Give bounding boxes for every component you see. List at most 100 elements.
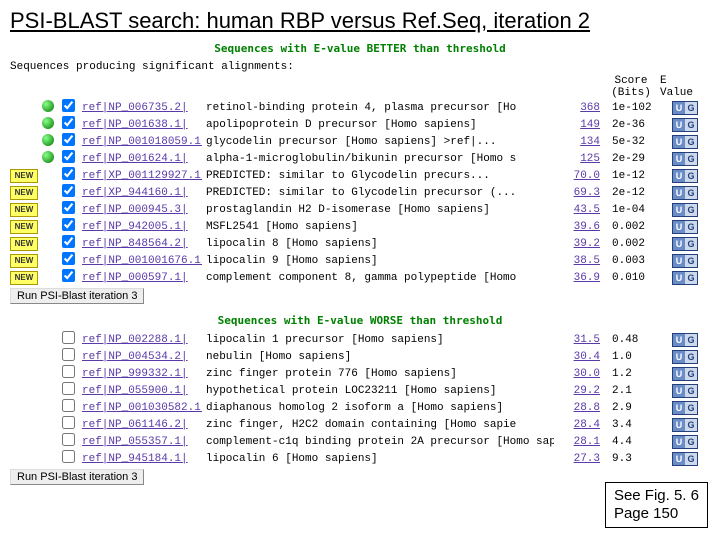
score-link[interactable]: 149 — [558, 119, 608, 131]
unigene-badge[interactable]: UG — [672, 333, 698, 347]
unigene-badge[interactable]: UG — [672, 118, 698, 132]
score-link[interactable]: 36.9 — [558, 272, 608, 284]
accession-link[interactable]: ref|NP_055900.1| — [82, 385, 202, 397]
unigene-badge[interactable]: UG — [672, 271, 698, 285]
include-checkbox[interactable] — [62, 348, 75, 361]
evalue: 3.4 — [612, 419, 668, 431]
alignments-subhead: Sequences producing significant alignmen… — [0, 59, 720, 75]
score-link[interactable]: 125 — [558, 153, 608, 165]
unigene-badge[interactable]: UG — [672, 186, 698, 200]
unigene-badge[interactable]: UG — [672, 169, 698, 183]
include-checkbox[interactable] — [62, 167, 75, 180]
evalue: 0.48 — [612, 334, 668, 346]
include-checkbox[interactable] — [62, 116, 75, 129]
hit-dot-icon — [42, 117, 54, 129]
include-checkbox[interactable] — [62, 382, 75, 395]
description: complement-c1q binding protein 2A precur… — [206, 436, 554, 448]
new-badge: NEW — [10, 271, 38, 285]
unigene-badge[interactable]: UG — [672, 367, 698, 381]
evalue: 0.002 — [612, 221, 668, 233]
unigene-badge[interactable]: UG — [672, 135, 698, 149]
unigene-badge[interactable]: UG — [672, 418, 698, 432]
unigene-badge[interactable]: UG — [672, 350, 698, 364]
table-row: ref|NP_001624.1|alpha-1-microglobulin/bi… — [10, 150, 710, 167]
score-link[interactable]: 134 — [558, 136, 608, 148]
unigene-badge[interactable]: UG — [672, 220, 698, 234]
unigene-badge[interactable]: UG — [672, 401, 698, 415]
score-link[interactable]: 30.4 — [558, 351, 608, 363]
accession-link[interactable]: ref|NP_055357.1| — [82, 436, 202, 448]
include-checkbox[interactable] — [62, 235, 75, 248]
footnote-line2: Page 150 — [614, 505, 699, 523]
score-link[interactable]: 29.2 — [558, 385, 608, 397]
description: lipocalin 9 [Homo sapiens] — [206, 255, 554, 267]
unigene-badge[interactable]: UG — [672, 152, 698, 166]
include-checkbox[interactable] — [62, 184, 75, 197]
include-checkbox[interactable] — [62, 433, 75, 446]
accession-link[interactable]: ref|XP_944160.1| — [82, 187, 202, 199]
score-link[interactable]: 27.3 — [558, 453, 608, 465]
score-link[interactable]: 39.2 — [558, 238, 608, 250]
table-row: ref|NP_002288.1|lipocalin 1 precursor [H… — [10, 331, 710, 348]
accession-link[interactable]: ref|XP_001129927.1| — [82, 170, 202, 182]
description: hypothetical protein LOC23211 [Homo sapi… — [206, 385, 554, 397]
table-row: ref|NP_061146.2|zinc finger, H2C2 domain… — [10, 416, 710, 433]
include-checkbox[interactable] — [62, 201, 75, 214]
include-checkbox[interactable] — [62, 450, 75, 463]
score-link[interactable]: 43.5 — [558, 204, 608, 216]
accession-link[interactable]: ref|NP_942005.1| — [82, 221, 202, 233]
section-worse-header: Sequences with E-value WORSE than thresh… — [0, 310, 720, 331]
table-row: ref|NP_055900.1| hypothetical protein LOC… — [10, 382, 710, 399]
accession-link[interactable]: ref|NP_001638.1| — [82, 119, 202, 131]
accession-link[interactable]: ref|NP_006735.2| — [82, 102, 202, 114]
unigene-badge[interactable]: UG — [672, 254, 698, 268]
run-iteration-button-2[interactable]: Run PSI-Blast iteration 3 — [10, 469, 144, 485]
include-checkbox[interactable] — [62, 218, 75, 231]
score-link[interactable]: 70.0 — [558, 170, 608, 182]
include-checkbox[interactable] — [62, 252, 75, 265]
accession-link[interactable]: ref|NP_001001676.1| — [82, 255, 202, 267]
include-checkbox[interactable] — [62, 331, 75, 344]
unigene-badge[interactable]: UG — [672, 203, 698, 217]
score-link[interactable]: 39.6 — [558, 221, 608, 233]
footnote-line1: See Fig. 5. 6 — [614, 487, 699, 505]
accession-link[interactable]: ref|NP_848564.2| — [82, 238, 202, 250]
accession-link[interactable]: ref|NP_061146.2| — [82, 419, 202, 431]
accession-link[interactable]: ref|NP_001018059.1| — [82, 136, 202, 148]
score-link[interactable]: 28.4 — [558, 419, 608, 431]
score-link[interactable]: 38.5 — [558, 255, 608, 267]
score-link[interactable]: 368 — [558, 102, 608, 114]
accession-link[interactable]: ref|NP_000597.1| — [82, 272, 202, 284]
score-link[interactable]: 31.5 — [558, 334, 608, 346]
include-checkbox[interactable] — [62, 399, 75, 412]
include-checkbox[interactable] — [62, 269, 75, 282]
column-headers: Score E — [0, 75, 720, 87]
accession-link[interactable]: ref|NP_001030582.1| — [82, 402, 202, 414]
include-checkbox[interactable] — [62, 365, 75, 378]
description: lipocalin 6 [Homo sapiens] — [206, 453, 554, 465]
include-checkbox[interactable] — [62, 150, 75, 163]
unigene-badge[interactable]: UG — [672, 452, 698, 466]
include-checkbox[interactable] — [62, 416, 75, 429]
description: glycodelin precursor [Homo sapiens] >ref… — [206, 136, 554, 148]
evalue: 9.3 — [612, 453, 668, 465]
include-checkbox[interactable] — [62, 133, 75, 146]
unigene-badge[interactable]: UG — [672, 435, 698, 449]
unigene-badge[interactable]: UG — [672, 384, 698, 398]
accession-link[interactable]: ref|NP_001624.1| — [82, 153, 202, 165]
new-badge: NEW — [10, 254, 38, 268]
score-link[interactable]: 69.3 — [558, 187, 608, 199]
score-link[interactable]: 28.1 — [558, 436, 608, 448]
accession-link[interactable]: ref|NP_000945.3| — [82, 204, 202, 216]
include-checkbox[interactable] — [62, 99, 75, 112]
run-iteration-button[interactable]: Run PSI-Blast iteration 3 — [10, 288, 144, 304]
unigene-badge[interactable]: UG — [672, 101, 698, 115]
score-link[interactable]: 30.0 — [558, 368, 608, 380]
accession-link[interactable]: ref|NP_002288.1| — [82, 334, 202, 346]
score-link[interactable]: 28.8 — [558, 402, 608, 414]
unigene-badge[interactable]: UG — [672, 237, 698, 251]
accession-link[interactable]: ref|NP_945184.1| — [82, 453, 202, 465]
accession-link[interactable]: ref|NP_999332.1| — [82, 368, 202, 380]
evalue: 2.1 — [612, 385, 668, 397]
accession-link[interactable]: ref|NP_004534.2| — [82, 351, 202, 363]
